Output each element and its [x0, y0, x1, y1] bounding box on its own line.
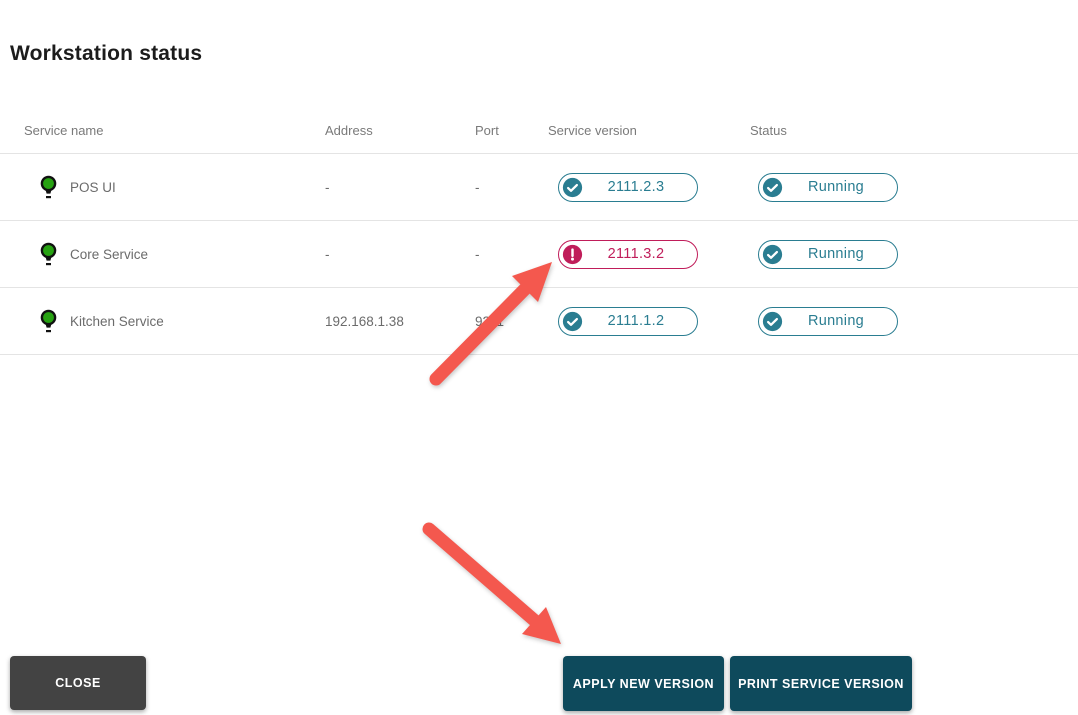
workstation-status-table: Service name Address Port Service versio… [0, 108, 1078, 355]
close-button[interactable]: CLOSE [10, 656, 146, 710]
table-row: POS UI - - 2111.2.3 Running [0, 154, 1078, 221]
column-header-address: Address [325, 123, 475, 138]
status-badge: Running [758, 307, 898, 336]
check-circle-icon [762, 244, 783, 265]
service-name: Core Service [70, 247, 148, 262]
check-circle-icon [762, 177, 783, 198]
lightbulb-icon [40, 242, 57, 266]
status-badge: Running [758, 173, 898, 202]
service-port: - [475, 247, 548, 262]
check-circle-icon [562, 177, 583, 198]
column-header-port: Port [475, 123, 548, 138]
service-name: Kitchen Service [70, 314, 164, 329]
apply-new-version-button[interactable]: APPLY NEW VERSION [563, 656, 724, 711]
column-header-status: Status [750, 123, 1078, 138]
service-name: POS UI [70, 180, 116, 195]
status-value: Running [783, 246, 897, 262]
service-port: - [475, 180, 548, 195]
status-badge: Running [758, 240, 898, 269]
service-address: 192.168.1.38 [325, 314, 475, 329]
alert-circle-icon [562, 244, 583, 265]
status-value: Running [783, 313, 897, 329]
service-address: - [325, 247, 475, 262]
table-row: Core Service - - 2111.3.2 Running [0, 221, 1078, 288]
table-row: Kitchen Service 192.168.1.38 9211 2111.1… [0, 288, 1078, 355]
column-header-service-version: Service version [548, 123, 750, 138]
service-version-badge: 2111.1.2 [558, 307, 698, 336]
page-title: Workstation status [10, 42, 202, 66]
print-service-version-button[interactable]: PRINT SERVICE VERSION [730, 656, 912, 711]
service-address: - [325, 180, 475, 195]
check-circle-icon [762, 311, 783, 332]
red-arrow-to-apply-button [429, 529, 561, 644]
service-version-value: 2111.1.2 [583, 313, 697, 329]
lightbulb-icon [40, 175, 57, 199]
check-circle-icon [562, 311, 583, 332]
service-port: 9211 [475, 314, 548, 329]
service-version-badge: 2111.2.3 [558, 173, 698, 202]
status-value: Running [783, 179, 897, 195]
service-version-value: 2111.3.2 [583, 246, 697, 262]
column-header-service-name: Service name [0, 123, 325, 138]
service-version-value: 2111.2.3 [583, 179, 697, 195]
table-header-row: Service name Address Port Service versio… [0, 108, 1078, 154]
lightbulb-icon [40, 309, 57, 333]
service-version-badge-error: 2111.3.2 [558, 240, 698, 269]
